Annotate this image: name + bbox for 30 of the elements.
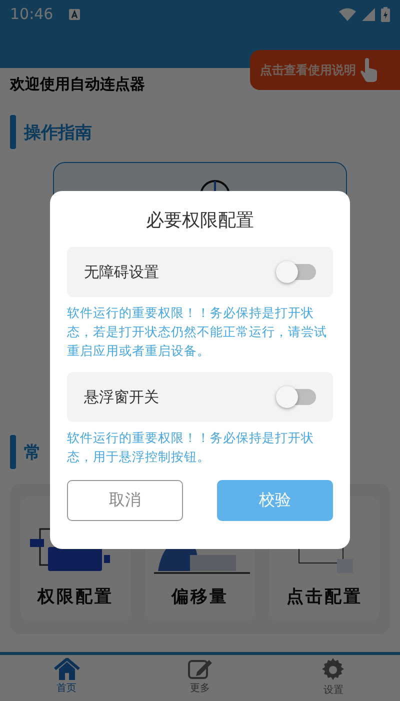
- nav-tab[interactable]: 更多: [133, 655, 267, 701]
- toggle-switch[interactable]: [278, 389, 316, 405]
- feature-label: 偏移量: [172, 586, 228, 608]
- nav-tab[interactable]: 设置: [266, 655, 400, 701]
- feature-label: 权限配置: [37, 586, 114, 608]
- permission-note: 软件运行的重要权限！！务必保持是打开状态，用于悬浮控制按钮。: [67, 429, 315, 466]
- help-button[interactable]: 点击查看使用说明: [250, 50, 400, 90]
- permission-label: 悬浮窗开关: [84, 388, 159, 406]
- section-title: 操作指南: [24, 122, 92, 144]
- section-marker: [10, 435, 16, 469]
- battery-icon: [381, 6, 390, 22]
- section-title: 常: [24, 442, 41, 464]
- status-time: 10:46: [10, 5, 54, 23]
- welcome-title: 欢迎使用自动连点器: [10, 75, 145, 94]
- dialog-title: 必要权限配置: [146, 209, 254, 233]
- cancel-button[interactable]: 取消: [67, 480, 183, 521]
- pointing-hand-icon: [360, 58, 378, 82]
- edit-icon: [186, 658, 213, 680]
- signal-icon: [362, 8, 375, 20]
- toggle-switch[interactable]: [278, 264, 316, 280]
- wifi-icon: [339, 8, 356, 20]
- settings-icon: [321, 658, 346, 682]
- feature-label: 点击配置: [286, 586, 363, 608]
- notification-icon: [69, 8, 80, 20]
- permission-note: 软件运行的重要权限！！务必保持是打开状态，若是打开状态仍然不能正常运行，请尝试重启应用或者重启设备。: [67, 304, 328, 360]
- permission-label: 无障碍设置: [84, 262, 159, 282]
- nav-tab[interactable]: 首页: [0, 655, 134, 701]
- section-marker: [10, 115, 16, 149]
- verify-button[interactable]: 校验: [217, 480, 333, 521]
- home-icon: [54, 658, 80, 680]
